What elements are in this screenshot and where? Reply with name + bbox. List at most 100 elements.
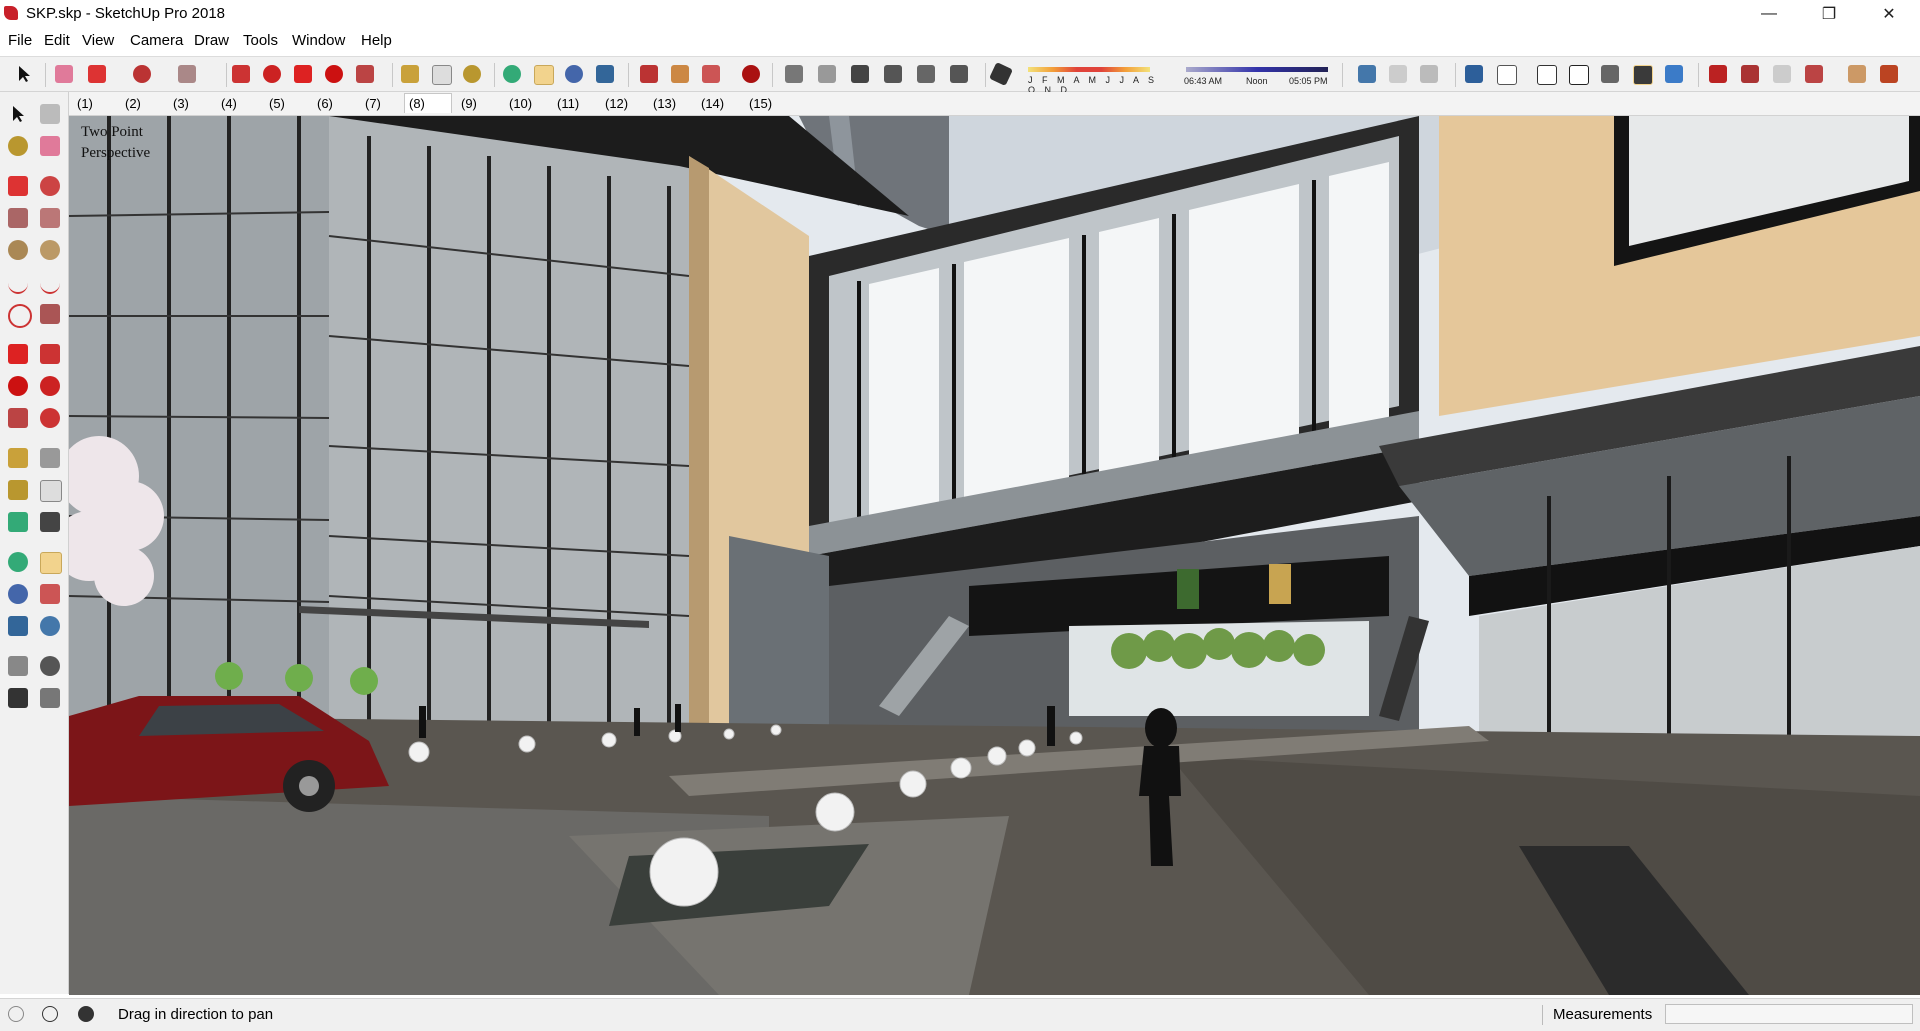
text-icon[interactable] bbox=[432, 65, 452, 85]
date-slider-track[interactable] bbox=[1028, 67, 1150, 72]
zoom-extents-icon[interactable] bbox=[8, 616, 28, 636]
scene-tab-1[interactable]: (1) bbox=[73, 94, 97, 113]
freehand-icon[interactable] bbox=[40, 176, 60, 196]
orbit-icon[interactable] bbox=[503, 65, 521, 83]
time-slider-track[interactable] bbox=[1186, 67, 1328, 72]
section-plane-icon[interactable] bbox=[40, 688, 60, 708]
scene-tab-2[interactable]: (2) bbox=[121, 94, 145, 113]
pencil-icon[interactable] bbox=[88, 65, 106, 83]
credits-icon[interactable] bbox=[42, 1006, 58, 1022]
scale-icon[interactable] bbox=[356, 65, 374, 83]
move-icon[interactable] bbox=[8, 344, 28, 364]
dimension-icon[interactable] bbox=[40, 448, 60, 468]
section-cut-icon[interactable] bbox=[1420, 65, 1438, 83]
circle-icon[interactable] bbox=[8, 240, 28, 260]
offset-icon[interactable] bbox=[40, 408, 60, 428]
shadows-toggle-icon[interactable] bbox=[989, 62, 1013, 86]
make-component-icon[interactable] bbox=[40, 104, 60, 124]
zoom-extents-icon[interactable] bbox=[596, 65, 614, 83]
user-account-icon[interactable] bbox=[78, 1006, 94, 1022]
arc-icon[interactable] bbox=[8, 272, 28, 294]
move-icon[interactable] bbox=[294, 65, 312, 83]
component-icon[interactable] bbox=[1709, 65, 1727, 83]
eraser-icon[interactable] bbox=[40, 136, 60, 156]
left-view-icon[interactable] bbox=[950, 65, 968, 83]
scene-tab-12[interactable]: (12) bbox=[601, 94, 632, 113]
zoom-icon[interactable] bbox=[565, 65, 583, 83]
scene-tab-8[interactable]: (8) bbox=[404, 93, 452, 113]
minimize-button[interactable]: — bbox=[1746, 0, 1792, 28]
top-view-icon[interactable] bbox=[818, 65, 836, 83]
scene-tab-11[interactable]: (11) bbox=[553, 94, 583, 113]
scale-icon[interactable] bbox=[8, 408, 28, 428]
push-pull-icon[interactable] bbox=[232, 65, 250, 83]
previous-view-icon[interactable] bbox=[40, 616, 60, 636]
share-model-icon[interactable] bbox=[671, 65, 689, 83]
polygon-icon[interactable] bbox=[40, 240, 60, 260]
follow-me-icon[interactable] bbox=[40, 376, 60, 396]
scene-tab-5[interactable]: (5) bbox=[265, 94, 289, 113]
layers-icon[interactable] bbox=[1358, 65, 1376, 83]
close-button[interactable]: ✕ bbox=[1866, 0, 1912, 28]
wireframe-icon[interactable] bbox=[1537, 65, 1557, 85]
tape-measure-icon[interactable] bbox=[8, 448, 28, 468]
look-around-icon[interactable] bbox=[40, 656, 60, 676]
menu-window[interactable]: Window bbox=[292, 32, 345, 49]
rotated-rectangle-icon[interactable] bbox=[40, 208, 60, 228]
push-pull-icon[interactable] bbox=[40, 344, 60, 364]
scene-tab-3[interactable]: (3) bbox=[169, 94, 193, 113]
sandbox-icon[interactable] bbox=[1880, 65, 1898, 83]
select-arrow-icon[interactable] bbox=[15, 65, 33, 83]
select-arrow-icon[interactable] bbox=[8, 104, 28, 124]
menu-camera[interactable]: Camera bbox=[130, 32, 183, 49]
two-point-arc-icon[interactable] bbox=[40, 272, 60, 294]
menu-file[interactable]: File bbox=[8, 32, 32, 49]
front-view-icon[interactable] bbox=[851, 65, 869, 83]
materials-icon[interactable] bbox=[1848, 65, 1866, 83]
menu-view[interactable]: View bbox=[82, 32, 114, 49]
shaded-textures-icon[interactable] bbox=[1633, 65, 1653, 85]
model-viewport[interactable]: Two Point Perspective bbox=[69, 116, 1920, 995]
menu-draw[interactable]: Draw bbox=[194, 32, 229, 49]
right-view-icon[interactable] bbox=[884, 65, 902, 83]
zoom-icon[interactable] bbox=[8, 584, 28, 604]
orbit-icon[interactable] bbox=[8, 552, 28, 572]
scene-tab-13[interactable]: (13) bbox=[649, 94, 680, 113]
zoom-window-icon[interactable] bbox=[40, 584, 60, 604]
text-icon[interactable] bbox=[40, 480, 62, 502]
monochrome-icon[interactable] bbox=[1665, 65, 1683, 83]
scene-tab-10[interactable]: (10) bbox=[505, 94, 536, 113]
paint-bucket-icon[interactable] bbox=[463, 65, 481, 83]
pie-icon[interactable] bbox=[40, 304, 60, 324]
three-point-arc-icon[interactable] bbox=[8, 304, 32, 328]
extension-warehouse-icon[interactable] bbox=[702, 65, 720, 83]
outliner-icon[interactable] bbox=[1773, 65, 1791, 83]
back-edges-icon[interactable] bbox=[1497, 65, 1517, 85]
rectangle-icon[interactable] bbox=[8, 208, 28, 228]
position-camera-icon[interactable] bbox=[8, 656, 28, 676]
scene-tab-15[interactable]: (15) bbox=[745, 94, 776, 113]
ruby-icon[interactable] bbox=[742, 65, 760, 83]
tape-measure-icon[interactable] bbox=[401, 65, 419, 83]
line-icon[interactable] bbox=[8, 176, 28, 196]
3d-text-icon[interactable] bbox=[40, 512, 60, 532]
rectangle-icon[interactable] bbox=[178, 65, 196, 83]
walk-icon[interactable] bbox=[8, 688, 28, 708]
hidden-line-icon[interactable] bbox=[1569, 65, 1589, 85]
section-plane-icon[interactable] bbox=[1389, 65, 1407, 83]
iso-view-icon[interactable] bbox=[785, 65, 803, 83]
xray-icon[interactable] bbox=[1465, 65, 1483, 83]
scene-tab-4[interactable]: (4) bbox=[217, 94, 241, 113]
rotate-icon[interactable] bbox=[8, 376, 28, 396]
paint-bucket-icon[interactable] bbox=[8, 136, 28, 156]
shaded-icon[interactable] bbox=[1601, 65, 1619, 83]
rotate-icon[interactable] bbox=[325, 65, 343, 83]
measurements-input[interactable] bbox=[1665, 1004, 1913, 1024]
arc-icon[interactable] bbox=[133, 65, 151, 83]
maximize-button[interactable]: ❐ bbox=[1806, 0, 1852, 28]
menu-edit[interactable]: Edit bbox=[44, 32, 70, 49]
follow-me-icon[interactable] bbox=[263, 65, 281, 83]
protractor-icon[interactable] bbox=[8, 480, 28, 500]
styles-icon[interactable] bbox=[1805, 65, 1823, 83]
pan-icon[interactable] bbox=[534, 65, 554, 85]
